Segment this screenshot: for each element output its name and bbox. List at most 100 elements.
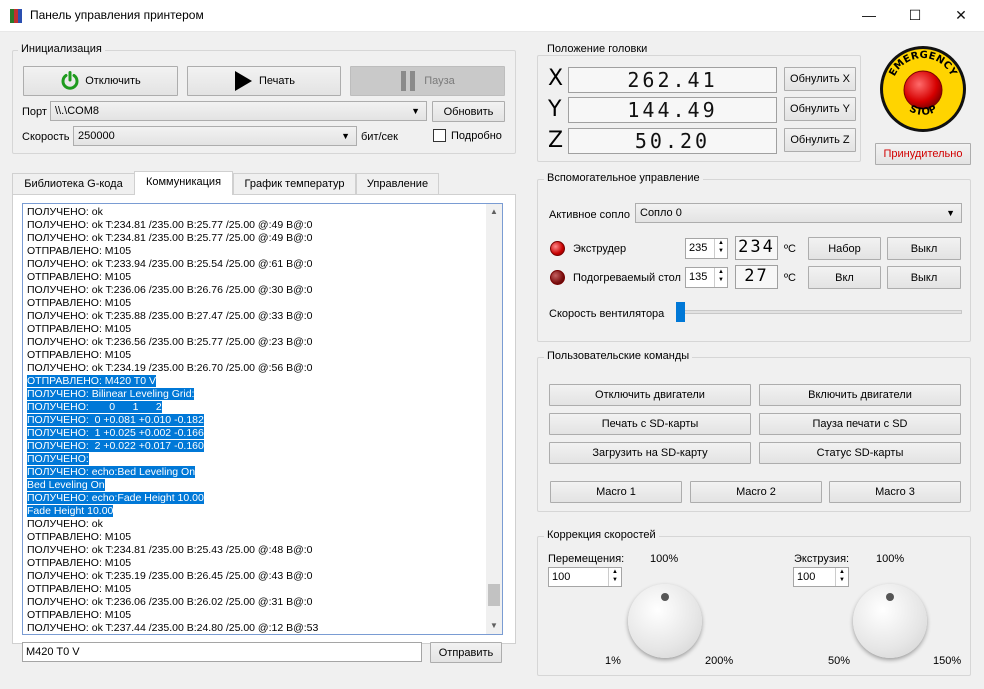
emergency-stop-button[interactable]: EMERGENCY STOP: [878, 44, 968, 134]
pause-sd-button[interactable]: Пауза печати с SD: [759, 413, 961, 435]
move-speed-input[interactable]: 100 ▲ ▼: [548, 567, 622, 587]
log-line-text: ПОЛУЧЕНО: ok T:233.94 /235.00 B:25.54 /2…: [27, 258, 313, 270]
baud-select[interactable]: 250000 ▼: [73, 126, 357, 146]
log-line-text: ПОЛУЧЕНО:: [27, 453, 89, 465]
communication-log[interactable]: ПОЛУЧЕНО: ok ПОЛУЧЕНО: ok T:234.81 /235.0…: [22, 203, 503, 635]
log-line: ПОЛУЧЕНО: ok T:236.06 /235.00 B:26.76 /2…: [27, 284, 485, 297]
axis-z-display: 50.20: [568, 128, 777, 154]
log-line: Fade Height 10.00: [27, 505, 485, 518]
knob-indicator-icon: [886, 593, 894, 601]
log-line: Bed Leveling On: [27, 479, 485, 492]
log-line: ПОЛУЧЕНО: ok T:236.56 /235.00 B:25.77 /2…: [27, 336, 485, 349]
bed-current-display: 27: [735, 265, 778, 289]
log-line: ПОЛУЧЕНО: ok T:233.94 /235.00 B:25.54 /2…: [27, 258, 485, 271]
axis-y-letter: Y: [548, 97, 562, 122]
motors-off-button[interactable]: Отключить двигатели: [549, 384, 751, 406]
verbose-label: Подробно: [451, 130, 502, 142]
bed-target-value: 135: [689, 271, 708, 283]
chevron-down-icon: ▼: [341, 131, 350, 141]
log-line-text: ПОЛУЧЕНО: ok T:237.44 /235.00 B:24.80 /2…: [27, 622, 319, 634]
speed-correction-title: Коррекция скоростей: [544, 529, 659, 541]
disconnect-button[interactable]: Отключить: [23, 66, 178, 96]
print-sd-button[interactable]: Печать с SD-карты: [549, 413, 751, 435]
close-button[interactable]: ✕: [938, 0, 984, 32]
log-scrollbar[interactable]: ▲ ▼: [486, 204, 502, 634]
command-input[interactable]: [22, 642, 422, 662]
log-line-text: ОТПРАВЛЕНО: M105: [27, 297, 132, 309]
reset-z-button[interactable]: Обнулить Z: [784, 128, 856, 152]
extruder-off-button[interactable]: Выкл: [887, 237, 961, 260]
log-line-text: ПОЛУЧЕНО: Bilinear Leveling Grid:: [27, 388, 195, 400]
custom-commands-title: Пользовательские команды: [544, 350, 693, 362]
upload-sd-button[interactable]: Загрузить на SD-карту: [549, 442, 751, 464]
extrude-speed-value: 100: [797, 571, 816, 583]
pause-button[interactable]: Пауза: [350, 66, 505, 96]
move-speed-knob[interactable]: [628, 584, 702, 658]
scroll-up-icon[interactable]: ▲: [486, 204, 502, 220]
bed-on-button[interactable]: Вкл: [808, 266, 881, 289]
tab-temperature-graph[interactable]: График температур: [233, 173, 356, 194]
force-button[interactable]: Принудительно: [875, 143, 971, 165]
tab-control[interactable]: Управление: [356, 173, 439, 194]
spin-arrows-icon[interactable]: ▲ ▼: [714, 268, 727, 287]
port-select[interactable]: \\.\COM8 ▼: [50, 101, 427, 121]
bed-status-icon: [550, 270, 565, 285]
spin-arrows-icon[interactable]: ▲ ▼: [608, 568, 621, 586]
log-line-text: ПОЛУЧЕНО: ok: [27, 518, 103, 530]
macro-1-button[interactable]: Macro 1: [550, 481, 682, 503]
extrude-speed-center: 100%: [876, 553, 905, 565]
extruder-current-display: 234: [735, 236, 778, 260]
spin-arrows-icon[interactable]: ▲ ▼: [835, 568, 848, 586]
port-value: \\.\COM8: [55, 105, 100, 117]
status-sd-button[interactable]: Статус SD-карты: [759, 442, 961, 464]
log-line-text: ОТПРАВЛЕНО: M105: [27, 349, 132, 361]
log-line: ПОЛУЧЕНО: 1 +0.025 +0.002 -0.166: [27, 427, 485, 440]
log-line: ПОЛУЧЕНО: ok T:234.81 /235.00 B:25.77 /2…: [27, 219, 485, 232]
fan-speed-thumb[interactable]: [676, 302, 685, 322]
log-line-text: ОТПРАВЛЕНО: M105: [27, 323, 132, 335]
tab-gcode-library[interactable]: Библиотека G-кода: [12, 173, 135, 194]
reset-y-button[interactable]: Обнулить Y: [784, 97, 856, 121]
scroll-thumb[interactable]: [488, 584, 500, 606]
port-label: Порт: [22, 106, 47, 118]
bed-target-input[interactable]: 135 ▲ ▼: [685, 267, 728, 288]
scroll-down-icon[interactable]: ▼: [486, 618, 502, 634]
log-line: ПОЛУЧЕНО: ok T:235.19 /235.00 B:26.45 /2…: [27, 570, 485, 583]
send-button[interactable]: Отправить: [430, 642, 502, 663]
tab-communication[interactable]: Коммуникация: [134, 171, 233, 195]
extrude-speed-knob[interactable]: [853, 584, 927, 658]
macro-2-button[interactable]: Macro 2: [690, 481, 822, 503]
log-line: ПОЛУЧЕНО: 0 1 2: [27, 401, 485, 414]
log-line-text: ПОЛУЧЕНО: 0 1 2: [27, 401, 162, 413]
bed-label: Подогреваемый стол: [573, 272, 681, 284]
play-icon: [234, 71, 252, 91]
reset-x-button[interactable]: Обнулить X: [784, 67, 856, 91]
minimize-button[interactable]: —: [846, 0, 892, 32]
refresh-button[interactable]: Обновить: [432, 101, 505, 122]
log-line: ОТПРАВЛЕНО: M420 T0 V: [27, 375, 485, 388]
verbose-checkbox[interactable]: [433, 129, 446, 142]
spin-arrows-icon[interactable]: ▲ ▼: [714, 239, 727, 258]
log-line-text: ОТПРАВЛЕНО: M105: [27, 531, 132, 543]
move-speed-center: 100%: [650, 553, 679, 565]
extruder-target-input[interactable]: 235 ▲ ▼: [685, 238, 728, 259]
bed-off-button[interactable]: Выкл: [887, 266, 961, 289]
log-line: ПОЛУЧЕНО: ok T:235.88 /235.00 B:27.47 /2…: [27, 310, 485, 323]
log-line: ОТПРАВЛЕНО: M105: [27, 583, 485, 596]
log-line: ПОЛУЧЕНО:: [27, 453, 485, 466]
fan-speed-track[interactable]: [676, 310, 962, 314]
motors-on-button[interactable]: Включить двигатели: [759, 384, 961, 406]
bed-unit: ºC: [784, 272, 796, 284]
macro-3-button[interactable]: Macro 3: [829, 481, 961, 503]
extrude-speed-input[interactable]: 100 ▲ ▼: [793, 567, 849, 587]
log-line: ОТПРАВЛЕНО: M105: [27, 245, 485, 258]
title-bar: Панель управления принтером — ☐ ✕: [0, 0, 984, 32]
log-line: ПОЛУЧЕНО: ok T:234.81 /235.00 B:25.77 /2…: [27, 232, 485, 245]
log-line: ОТПРАВЛЕНО: M105: [27, 609, 485, 622]
nozzle-select[interactable]: Сопло 0 ▼: [635, 203, 962, 223]
extruder-set-button[interactable]: Набор: [808, 237, 881, 260]
log-line-text: ПОЛУЧЕНО: ok: [27, 206, 103, 218]
pause-icon: [401, 71, 416, 91]
maximize-button[interactable]: ☐: [892, 0, 938, 32]
print-button[interactable]: Печать: [187, 66, 341, 96]
